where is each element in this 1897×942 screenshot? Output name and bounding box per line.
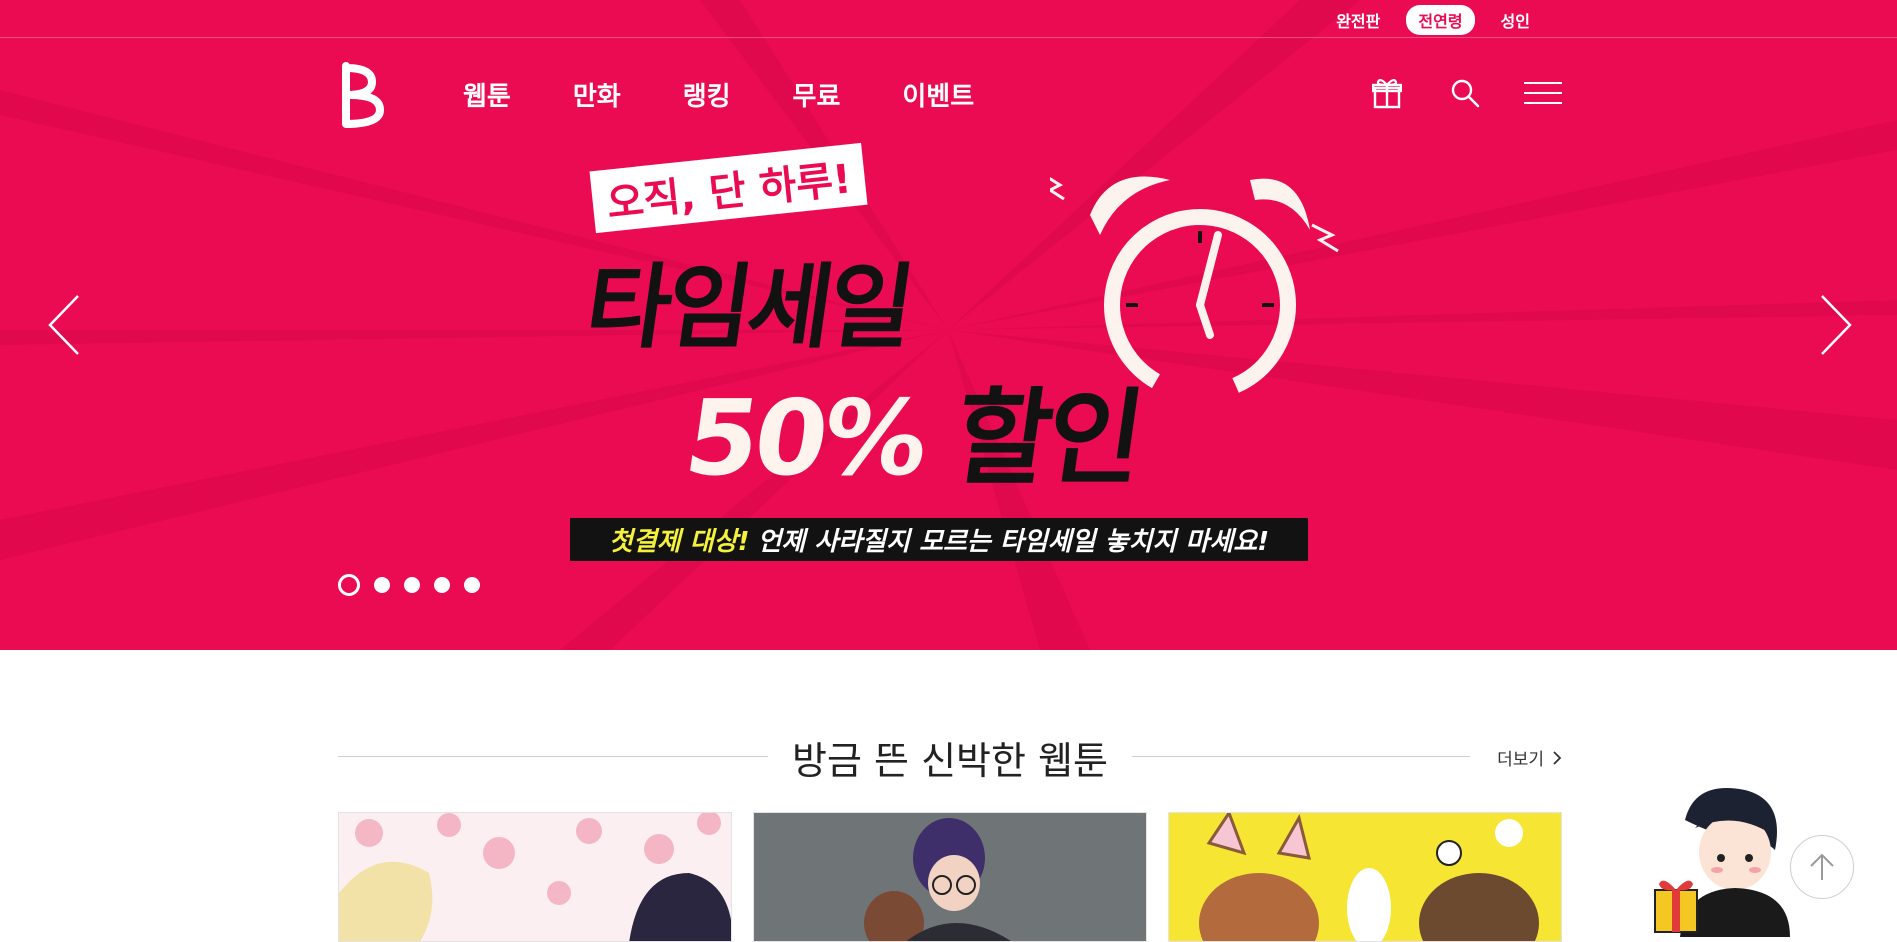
global-nav: 웹툰 만화 랭킹 무료 이벤트 <box>338 58 1562 128</box>
slide-dot-3[interactable] <box>404 577 420 593</box>
main-menu: 웹툰 만화 랭킹 무료 이벤트 <box>463 76 974 113</box>
banner-notice-highlight: 첫결제 대상! <box>608 527 750 557</box>
webtoon-card[interactable] <box>1168 812 1562 942</box>
utility-icons <box>1368 74 1562 112</box>
logo-icon[interactable] <box>338 62 386 130</box>
nav-item-comics[interactable]: 만화 <box>573 76 621 113</box>
webtoon-thumbnail <box>1169 813 1561 941</box>
age-filter-all-ages[interactable]: 전연령 <box>1406 5 1475 35</box>
divider-right <box>1132 756 1470 757</box>
slide-dot-1[interactable] <box>338 574 360 596</box>
search-icon[interactable] <box>1446 74 1484 112</box>
slide-dot-5[interactable] <box>464 577 480 593</box>
nav-item-webtoon[interactable]: 웹툰 <box>463 76 511 113</box>
webtoon-card[interactable] <box>338 812 732 942</box>
nav-item-event[interactable]: 이벤트 <box>902 76 974 113</box>
webtoon-card[interactable] <box>753 812 1147 942</box>
banner-artwork: 오직, 단 하루! 타임세일 50% 할인 첫결제 대상! 언제 사라질지 모르… <box>520 135 1380 565</box>
webtoon-thumbnail <box>339 813 731 941</box>
age-filter-full[interactable]: 완전판 <box>1324 5 1392 35</box>
banner-notice-text: 언제 사라질지 모르는 타임세일 놓치지 마세요! <box>757 527 1270 557</box>
age-filter: 완전판 전연령 성인 <box>1324 5 1542 35</box>
gift-icon[interactable] <box>1368 74 1406 112</box>
hero-banner[interactable]: 완전판 전연령 성인 웹툰 만화 랭킹 무료 이벤트 오직, 단 하루! 타임세… <box>0 0 1897 650</box>
banner-title: 타임세일 <box>579 254 917 361</box>
nav-item-free[interactable]: 무료 <box>793 76 841 113</box>
age-filter-adult[interactable]: 성인 <box>1489 5 1542 35</box>
slide-pagination <box>338 574 480 596</box>
prev-slide-button[interactable] <box>40 290 90 360</box>
webtoon-thumbnail <box>754 813 1146 941</box>
hamburger-menu-icon[interactable] <box>1524 74 1562 112</box>
slide-dot-4[interactable] <box>434 577 450 593</box>
webtoon-card-list <box>338 812 1562 942</box>
section-header: 방금 뜬 신박한 웹툰 더보기 <box>338 725 1562 785</box>
arrow-up-icon <box>1810 853 1834 880</box>
next-slide-button[interactable] <box>1810 290 1860 360</box>
chevron-right-icon <box>1553 750 1562 765</box>
more-label: 더보기 <box>1497 750 1544 770</box>
nav-item-ranking[interactable]: 랭킹 <box>683 76 731 113</box>
alarm-clock-icon <box>1050 176 1339 401</box>
section-title: 방금 뜬 신박한 웹툰 <box>792 739 1108 783</box>
banner-notice: 첫결제 대상! 언제 사라질지 모르는 타임세일 놓치지 마세요! <box>570 518 1308 561</box>
slide-dot-2[interactable] <box>374 577 390 593</box>
floating-gift-character[interactable] <box>1625 780 1790 937</box>
banner-tag: 오직, 단 하루! <box>589 142 868 234</box>
divider-left <box>338 756 768 757</box>
banner-sale-percent: 50% <box>678 377 933 499</box>
gift-character-icon <box>1654 788 1790 937</box>
age-filter-bar: 완전판 전연령 성인 <box>0 0 1897 38</box>
scroll-to-top-button[interactable] <box>1790 835 1854 899</box>
more-link[interactable]: 더보기 <box>1497 745 1562 770</box>
